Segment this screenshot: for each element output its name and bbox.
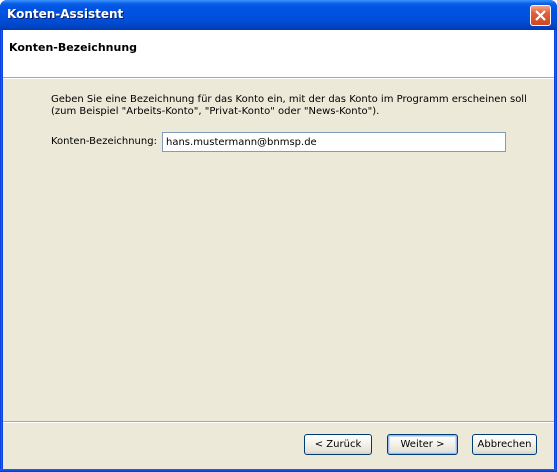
instructions-line-1: Geben Sie eine Bezeichnung für das Konto… <box>51 94 527 105</box>
close-icon <box>535 10 546 21</box>
wizard-header: Konten-Bezeichnung <box>3 30 554 77</box>
next-button[interactable]: Weiter > <box>387 434 458 455</box>
cancel-button[interactable]: Abbrechen <box>472 434 537 455</box>
back-button[interactable]: < Zurück <box>304 434 372 455</box>
account-name-label: Konten-Bezeichnung: <box>51 136 157 147</box>
footer-divider <box>3 421 554 423</box>
instructions-text: Geben Sie eine Bezeichnung für das Konto… <box>51 94 541 118</box>
dialog-body: Konten-Bezeichnung Geben Sie eine Bezeic… <box>3 30 554 469</box>
account-name-input[interactable] <box>162 132 506 152</box>
header-divider <box>3 77 554 79</box>
close-button[interactable] <box>530 5 551 26</box>
page-title: Konten-Bezeichnung <box>9 41 138 54</box>
instructions-line-2: (zum Beispiel "Arbeits-Konto", "Privat-K… <box>51 106 380 117</box>
wizard-window: Konten-Assistent Konten-Bezeichnung Gebe… <box>0 0 557 472</box>
window-title: Konten-Assistent <box>7 7 124 21</box>
title-bar[interactable]: Konten-Assistent <box>0 0 557 30</box>
